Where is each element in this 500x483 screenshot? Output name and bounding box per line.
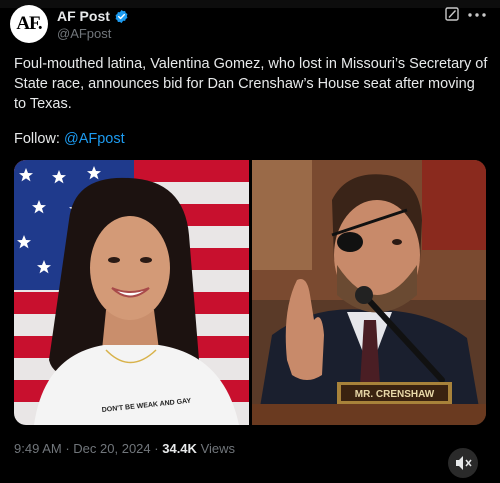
woman-flag-photo: DON'T BE WEAK AND GAY <box>14 160 249 425</box>
follow-line: Follow: @AFpost <box>14 131 125 147</box>
verified-badge-icon <box>115 9 128 23</box>
post-time[interactable]: 9:49 AM <box>14 441 62 456</box>
post-meta: 9:49 AM · Dec 20, 2024 · 34.4K Views <box>14 441 235 456</box>
mute-icon[interactable] <box>448 448 478 478</box>
grok-icon[interactable] <box>445 7 459 21</box>
author-handle[interactable]: @AFpost <box>57 26 111 41</box>
nameplate-text: MR. CRENSHAW <box>355 389 435 400</box>
crenshaw-hearing-photo: MR. CRENSHAW <box>252 160 486 425</box>
post-text: Foul-mouthed latina, Valentina Gomez, wh… <box>14 56 488 112</box>
avatar-text: AF. <box>16 13 42 34</box>
post-image-right[interactable]: MR. CRENSHAW <box>252 160 486 425</box>
author-name-row: AF Post <box>57 8 129 24</box>
follow-link[interactable]: @AFpost <box>64 131 125 147</box>
speaker-muted-glyph <box>456 456 472 470</box>
meta-separator-1: · <box>65 441 70 456</box>
views-label: Views <box>200 441 236 456</box>
views-count: 34.4K <box>162 441 197 456</box>
top-bar <box>0 0 500 8</box>
post-image-left[interactable]: DON'T BE WEAK AND GAY <box>14 160 249 425</box>
follow-label: Follow: <box>14 131 60 147</box>
meta-separator-2: · <box>154 441 159 456</box>
avatar[interactable]: AF. <box>10 5 48 43</box>
post-date[interactable]: Dec 20, 2024 <box>73 441 150 456</box>
author-name[interactable]: AF Post <box>57 8 110 24</box>
more-options-icon[interactable] <box>468 13 486 17</box>
